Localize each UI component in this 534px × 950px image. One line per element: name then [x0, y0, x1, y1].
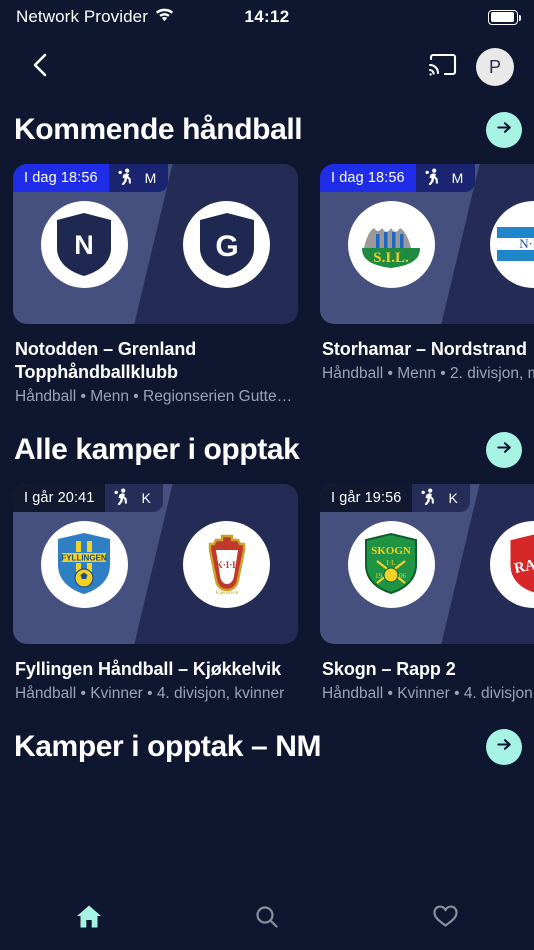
kjokkelvik-crest: K·I·L Kjøkkelvik	[183, 520, 271, 608]
tab-search[interactable]	[178, 904, 356, 935]
skogn-crest: SKOGN I·L 19 06	[347, 520, 435, 608]
away-crest-slot: K·I·L Kjøkkelvik	[156, 520, 299, 608]
match-meta: M	[108, 164, 169, 192]
section-header: Alle kamper i opptak	[0, 432, 534, 469]
match-gender: K	[448, 490, 458, 507]
home-icon	[76, 904, 102, 934]
storhamar-crest: S.I.L.	[347, 200, 435, 288]
away-crest-slot: N·I·F	[463, 200, 534, 288]
match-badge: I går 19:56 K	[320, 484, 470, 513]
svg-text:SKOGN: SKOGN	[371, 545, 411, 557]
match-meta: M	[415, 164, 476, 192]
home-crest-slot: N	[13, 200, 156, 288]
section-header: Kommende håndball	[0, 112, 534, 148]
match-title: Fyllingen Håndball – Kjøkkelvik	[15, 659, 281, 680]
cast-icon[interactable]	[428, 52, 458, 83]
status-bar-right	[488, 9, 522, 25]
match-badge: I dag 18:56 M	[13, 164, 169, 192]
match-thumbnail[interactable]: I dag 18:56 M	[13, 164, 298, 324]
notodden-crest: N	[40, 200, 128, 288]
match-card[interactable]: I dag 18:56 M	[320, 164, 534, 406]
match-badge: I dag 18:56 M	[320, 164, 476, 192]
rapp-crest: RAPP	[490, 520, 534, 608]
match-gender: M	[144, 170, 157, 186]
match-time: I går 19:56	[320, 484, 413, 513]
heart-icon	[432, 904, 459, 934]
match-badge: I går 20:41 K	[13, 484, 163, 513]
section-header: Kamper i opptak – NM	[14, 729, 522, 766]
match-gender: K	[141, 490, 151, 507]
section-see-all-button[interactable]	[486, 112, 522, 148]
away-crest-slot: RAPP	[463, 520, 534, 608]
battery-icon	[488, 9, 522, 25]
match-title: Storhamar – Nordstrand	[322, 339, 527, 359]
svg-text:Kjøkkelvik: Kjøkkelvik	[216, 591, 239, 596]
handball-player-icon	[421, 488, 436, 509]
match-meta: K	[105, 484, 163, 513]
tab-favorites[interactable]	[356, 904, 534, 934]
match-time: I går 20:41	[13, 484, 106, 513]
svg-text:I·L: I·L	[387, 559, 396, 567]
match-thumbnail[interactable]: I går 19:56 K SKOGN I·L 19 06 RAPP	[320, 484, 534, 645]
svg-text:N·I·F: N·I·F	[519, 236, 534, 251]
status-bar-left: Network Provider	[16, 7, 174, 27]
section-recorded-nm: Kamper i opptak – NM	[0, 729, 534, 766]
back-button[interactable]	[20, 47, 60, 87]
home-crest-slot: FYLLINGEN	[13, 520, 156, 608]
match-card[interactable]: I dag 18:56 M	[13, 164, 298, 406]
fyllingen-crest: FYLLINGEN	[40, 520, 128, 608]
section-see-all-button[interactable]	[486, 729, 522, 766]
home-crest-slot: SKOGN I·L 19 06	[320, 520, 463, 608]
away-crest-slot: G	[156, 200, 299, 288]
svg-text:N: N	[75, 230, 95, 260]
home-crest-slot: S.I.L.	[320, 200, 463, 288]
match-subtitle: Håndball • Kvinner • 4. divisjon	[322, 685, 533, 703]
handball-player-icon	[114, 488, 129, 509]
match-time: I dag 18:56	[13, 164, 109, 192]
card-row[interactable]: I går 20:41 K FYLLINGEN K·I·L Kjøkkelvik…	[0, 484, 534, 703]
section-see-all-button[interactable]	[486, 432, 522, 469]
match-title: Skogn – Rapp 2	[322, 659, 456, 680]
tab-home[interactable]	[0, 904, 178, 934]
handball-player-icon	[118, 168, 133, 189]
nordstrand-crest: N·I·F	[490, 200, 534, 288]
arrow-right-icon	[495, 438, 514, 462]
arrow-right-icon	[495, 118, 514, 142]
avatar[interactable]: P	[476, 48, 514, 86]
arrow-right-icon	[495, 735, 514, 759]
handball-player-icon	[425, 168, 440, 189]
svg-text:K·I·L: K·I·L	[215, 560, 238, 570]
match-thumbnail[interactable]: I går 20:41 K FYLLINGEN K·I·L Kjøkkelvik	[13, 484, 299, 645]
section-title: Alle kamper i opptak	[14, 433, 300, 467]
section-title: Kommende håndball	[14, 113, 303, 146]
match-subtitle: Håndball • Menn • 2. divisjon, m	[322, 365, 534, 383]
match-subtitle: Håndball • Menn • Regionserien Gutter…	[15, 388, 296, 406]
grenland-crest: G	[183, 200, 271, 288]
bottom-tab-bar	[0, 888, 534, 950]
svg-text:FYLLINGEN: FYLLINGEN	[62, 554, 108, 563]
svg-text:S.I.L.: S.I.L.	[374, 250, 410, 266]
match-meta: K	[412, 484, 470, 513]
search-icon	[254, 904, 280, 935]
svg-text:G: G	[215, 230, 238, 263]
section-title: Kamper i opptak – NM	[14, 730, 322, 764]
match-card[interactable]: I går 19:56 K SKOGN I·L 19 06 RAPP Skogn…	[320, 484, 534, 703]
status-bar: Network Provider 14:12	[0, 0, 534, 34]
match-title: Notodden – Grenland Topphåndballklubb	[15, 339, 197, 383]
section-all-recorded-matches: Alle kamper i opptak I går 20:41 K FYLLI…	[0, 432, 534, 703]
app-screen: Network Provider 14:12 P Kommende håndba…	[0, 0, 534, 950]
avatar-initial: P	[488, 56, 501, 77]
nav-bar-actions: P	[428, 48, 514, 86]
match-subtitle: Håndball • Kvinner • 4. divisjon, kvinne…	[15, 685, 285, 703]
wifi-icon	[155, 7, 174, 27]
chevron-left-icon	[29, 50, 51, 85]
match-gender: M	[451, 170, 464, 186]
match-thumbnail[interactable]: I dag 18:56 M	[320, 164, 534, 324]
card-row[interactable]: I dag 18:56 M N G Notodden – Grenland To…	[0, 164, 534, 406]
section-upcoming-handball: Kommende håndball I dag 18:56 M N G Noto…	[0, 112, 534, 406]
match-card[interactable]: I går 20:41 K FYLLINGEN K·I·L Kjøkkelvik…	[13, 484, 298, 703]
carrier-label: Network Provider	[16, 7, 148, 26]
nav-bar: P	[0, 34, 534, 100]
match-time: I dag 18:56	[320, 164, 416, 192]
